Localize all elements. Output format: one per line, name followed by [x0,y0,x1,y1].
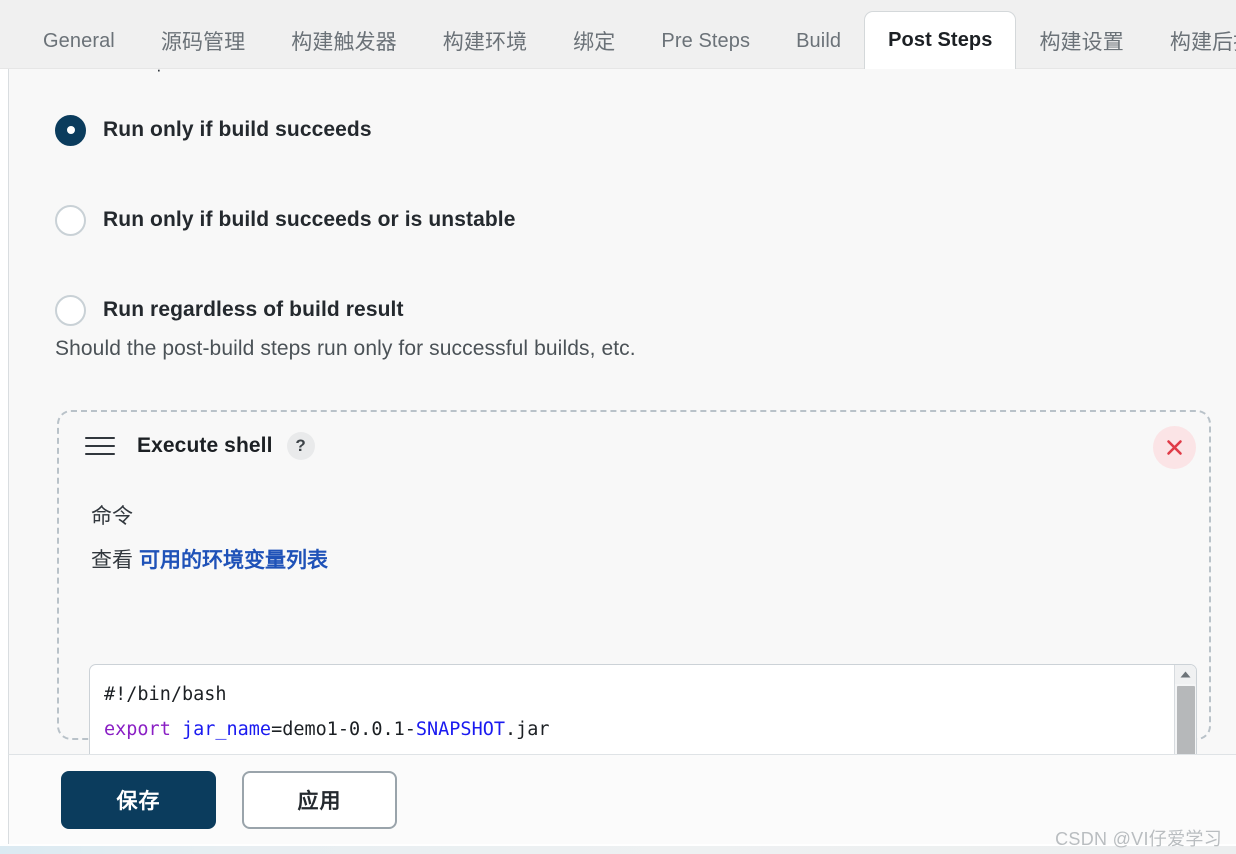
radio-option-label: Run only if build succeeds [103,118,372,141]
tab-build[interactable]: Build [773,14,864,68]
run-condition-help-text: Should the post-build steps run only for… [55,337,636,360]
clipped-text-fragment: · [156,69,216,73]
watermark: CSDN @VI仔爱学习 [1055,829,1222,849]
env-prefix-text: 查看 [91,549,133,572]
bottom-strip [0,846,1236,854]
step-title: Execute shell [137,434,273,457]
tab-绑定[interactable]: 绑定 [550,14,638,68]
code-token: #!/bin/bash [104,684,227,705]
radio-option-2[interactable]: Run regardless of build result [55,292,1055,328]
radio-option-0[interactable]: Run only if build succeeds [55,112,1055,148]
env-variables-link[interactable]: 可用的环境变量列表 [139,549,328,572]
drag-handle-icon[interactable] [85,437,115,455]
run-condition-radio-group: Run only if build succeeds Run only if bu… [55,112,1055,328]
config-tab-bar: General 源码管理 构建触发器 构建环境 绑定 Pre Steps Build Post… [0,0,1236,69]
execute-shell-step-panel: Execute shell ? 命令 查看 可用的环境变量列表 #!/bin/ba… [57,410,1211,754]
help-icon[interactable]: ? [286,432,315,460]
code-token: jar_name [181,719,272,740]
code-token: export [104,719,182,740]
command-field-label: 命令 [91,505,133,528]
step-header: Execute shell ? [85,430,315,462]
radio-option-label: Run only if build succeeds or is unstabl… [103,208,516,231]
editor-scrollbar-thumb[interactable] [1177,686,1195,754]
radio-option-1[interactable]: Run only if build succeeds or is unstabl… [55,202,1055,238]
tab-构建触发器[interactable]: 构建触发器 [268,14,420,68]
code-token: SNAPSHOT [415,719,505,740]
radio-unchecked-icon[interactable] [55,294,86,326]
tab-post-steps[interactable]: Post Steps [864,11,1017,69]
code-line: export port=8099 [104,747,1174,754]
radio-unchecked-icon[interactable] [55,204,86,236]
env-variables-line: 查看 可用的环境变量列表 [91,544,328,574]
code-line: export jar_name=demo1-0.0.1-SNAPSHOT.jar [104,712,1174,747]
code-token: .jar [504,719,550,740]
code-token: =demo1-0.0.1- [271,719,416,740]
save-button[interactable]: 保存 [61,770,216,829]
tab-general[interactable]: General [20,14,138,68]
tab-构建后操作[interactable]: 构建后操作 [1147,14,1236,68]
tab-构建环境[interactable]: 构建环境 [420,14,550,68]
remove-step-button[interactable] [1153,426,1196,469]
scroll-up-arrow-icon[interactable] [1175,665,1196,684]
apply-button[interactable]: 应用 [242,770,397,829]
close-icon [1167,440,1182,455]
shell-command-editor[interactable]: #!/bin/bash export jar_name=demo1-0.0.1-S… [89,664,1197,754]
editor-scrollbar[interactable] [1174,665,1196,754]
tab-源码管理[interactable]: 源码管理 [138,14,268,68]
radio-checked-icon[interactable] [55,114,86,146]
tab-构建设置[interactable]: 构建设置 [1016,14,1146,68]
shell-command-textarea[interactable]: #!/bin/bash export jar_name=demo1-0.0.1-S… [90,665,1174,754]
job-config-screen: General 源码管理 构建触发器 构建环境 绑定 Pre Steps Build Post… [0,0,1236,854]
radio-option-label: Run regardless of build result [103,298,404,321]
tab-pre-steps[interactable]: Pre Steps [638,14,773,68]
post-steps-panel: · Run only if build succeedsRun only if … [8,69,1236,754]
form-action-bar: 保存 应用 [8,754,1236,844]
code-line: #!/bin/bash [104,677,1174,712]
